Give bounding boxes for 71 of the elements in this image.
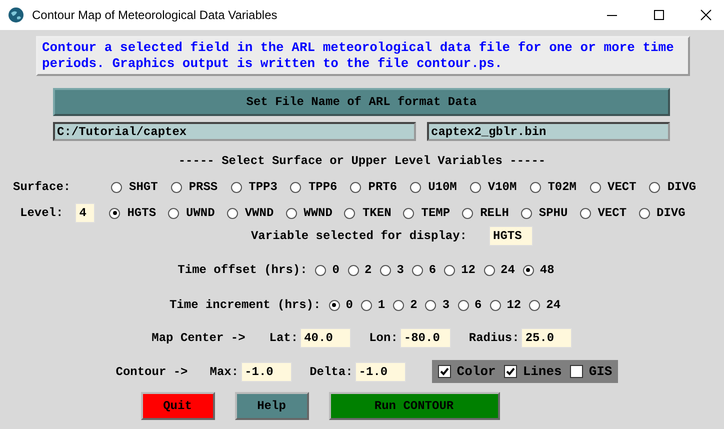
radio-option[interactable]: SPHU <box>520 206 568 220</box>
action-button[interactable]: Run CONTOUR <box>328 392 500 420</box>
radio-option[interactable]: 3 <box>425 298 450 312</box>
checkbox-label[interactable]: Lines <box>522 364 562 379</box>
radio-option[interactable]: HGTS <box>109 206 156 220</box>
radio-option[interactable]: TPP6 <box>290 180 338 194</box>
radio-option[interactable]: U10M <box>410 180 457 194</box>
radio-option[interactable]: TPP3 <box>230 180 278 194</box>
variable-display-label: Variable selected for display: <box>250 229 468 243</box>
radio-option[interactable]: 6 <box>412 263 436 277</box>
radio-option[interactable]: 1 <box>360 298 386 312</box>
time-offset-label: Time offset (hrs): <box>178 263 308 277</box>
radio-option[interactable]: UWND <box>168 206 215 220</box>
checkbox[interactable] <box>504 365 517 378</box>
radio-option[interactable]: TKEN <box>344 206 392 220</box>
level-field[interactable]: 4 <box>75 203 96 223</box>
radio-option[interactable]: DIVG <box>638 206 686 220</box>
field-label: Lat: <box>269 331 298 345</box>
radio-option[interactable]: 48 <box>522 263 554 277</box>
time-increment-label: Time increment (hrs): <box>169 298 321 312</box>
radio-option[interactable]: V10M <box>470 180 517 194</box>
section-heading: ----- Select Surface or Upper Level Variables ----- <box>177 154 547 168</box>
contour-label: Contour -> <box>116 364 188 378</box>
radio-option[interactable]: 12 <box>490 298 522 312</box>
globe-icon <box>8 7 24 23</box>
description-text: Contour a selected field in the ARL meteorological data file for one or more time periods. Graphics output is written to the file contour.ps. <box>36 36 690 76</box>
input-field[interactable]: 25.0 <box>521 328 572 348</box>
map-center-label: Map Center -> <box>152 331 246 345</box>
radio-option[interactable]: 12 <box>444 263 476 277</box>
radio-option[interactable]: WWND <box>286 206 332 220</box>
input-field[interactable]: 40.0 <box>300 328 352 348</box>
field-label: Lon: <box>369 331 398 345</box>
surface-label: Surface: <box>13 180 72 194</box>
input-field[interactable]: -1.0 <box>240 362 292 382</box>
file-name-field[interactable]: captex2_gblr.bin <box>427 122 670 141</box>
radio-option[interactable]: PRT6 <box>350 180 398 194</box>
field-label: Delta: <box>310 364 353 378</box>
field-label: Max: <box>210 364 239 378</box>
window-title: Contour Map of Meteorological Data Variables <box>32 8 278 22</box>
radio-option[interactable]: TEMP <box>403 206 450 220</box>
checkbox[interactable] <box>438 365 451 378</box>
checkbox-label[interactable]: GIS <box>588 364 612 379</box>
radio-option[interactable]: DIVG <box>649 180 696 194</box>
radio-option[interactable]: VECT <box>580 206 627 220</box>
radio-option[interactable]: 3 <box>380 263 404 277</box>
radio-option[interactable]: 2 <box>348 263 372 277</box>
variable-field[interactable]: HGTS <box>489 226 534 246</box>
close-icon[interactable] <box>700 9 712 21</box>
radio-option[interactable]: SHGT <box>111 180 158 194</box>
radio-option[interactable]: 0 <box>328 298 353 312</box>
radio-option[interactable]: VECT <box>590 180 636 194</box>
radio-option[interactable]: 24 <box>484 263 515 277</box>
radio-option[interactable]: VWND <box>226 206 274 220</box>
set-file-button[interactable]: Set File Name of ARL format Data <box>53 88 670 116</box>
radio-option[interactable]: T02M <box>530 180 576 194</box>
radio-option[interactable]: 0 <box>315 263 340 277</box>
input-field[interactable]: -1.0 <box>354 362 406 382</box>
level-label: Level: <box>20 206 64 220</box>
maximize-icon[interactable] <box>653 9 665 21</box>
radio-option[interactable]: 6 <box>458 298 482 312</box>
input-field[interactable]: -80.0 <box>400 328 451 348</box>
radio-option[interactable]: 24 <box>529 298 561 312</box>
action-button[interactable]: Help <box>234 392 308 420</box>
action-button[interactable]: Quit <box>140 392 214 420</box>
radio-option[interactable]: RELH <box>462 206 509 220</box>
radio-option[interactable]: 2 <box>393 298 418 312</box>
checkbox-label[interactable]: Color <box>456 364 496 379</box>
field-label: Radius: <box>468 331 520 345</box>
checkbox[interactable] <box>570 365 583 378</box>
directory-field[interactable]: C:/Tutorial/captex <box>53 122 416 141</box>
radio-option[interactable]: PRSS <box>170 180 218 194</box>
